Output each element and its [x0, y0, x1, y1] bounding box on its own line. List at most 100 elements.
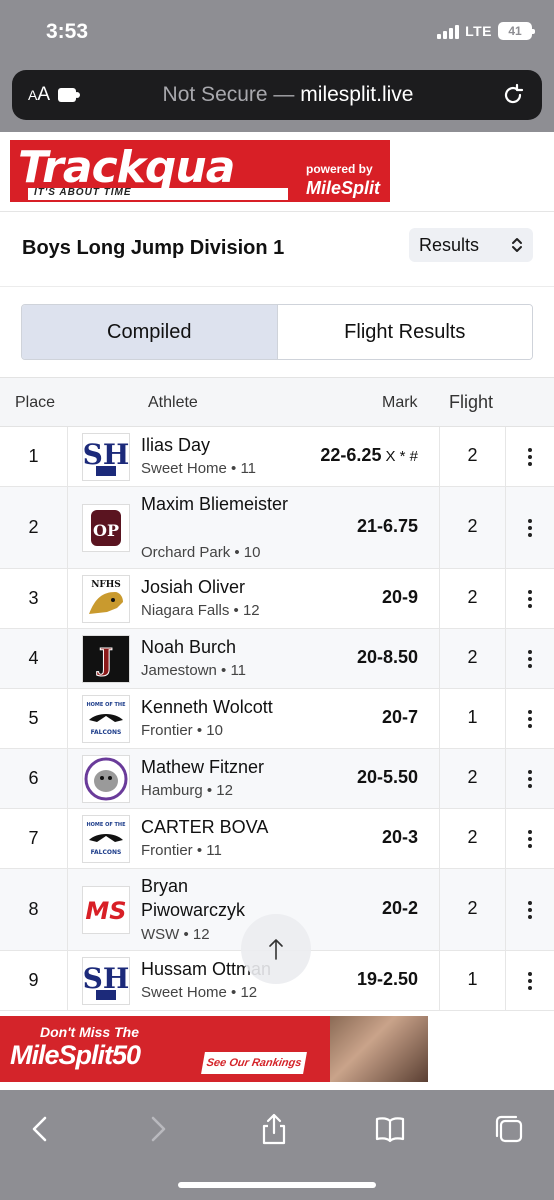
flight-results-tab[interactable]: Flight Results [277, 305, 532, 359]
frontier-logo: HOME OF THE FALCONS [82, 695, 130, 743]
mark-cell: 19-2.50 [356, 969, 418, 989]
athlete-team: Orchard Park • 10 [141, 544, 261, 561]
back-icon[interactable] [24, 1112, 58, 1146]
results-toggle: Compiled Flight Results [21, 304, 533, 360]
flight-cell: 2 [467, 445, 478, 465]
table-row[interactable]: 3 NFHS Josiah Oliver Niagara Falls • 12 20-9… [0, 569, 554, 629]
place-cell: 5 [0, 689, 68, 748]
place-cell: 9 [0, 951, 68, 1010]
header-flight[interactable]: Flight [449, 392, 493, 413]
arrow-up-icon [269, 939, 283, 960]
scroll-to-top-button[interactable] [241, 914, 311, 984]
place-cell: 2 [0, 487, 68, 568]
frontier-logo: HOME OF THE FALCONS [82, 815, 130, 863]
table-row[interactable]: 6 Mathew Fitzner Hamburg • 12 20-5.50 2 [0, 749, 554, 809]
svg-text:HOME OF THE: HOME OF THE [87, 822, 127, 828]
wsw-logo: MS [82, 886, 130, 934]
athlete-name-link[interactable]: CARTER BOVA [141, 815, 291, 839]
place-cell: 7 [0, 809, 68, 868]
status-indicators: LTE 41 [437, 22, 535, 40]
url-text[interactable]: Not Secure — milesplit.live [76, 83, 500, 107]
mark-cell: 20-2 [381, 898, 418, 918]
more-options-icon[interactable] [528, 448, 532, 469]
flight-cell: 2 [467, 767, 478, 787]
more-options-icon[interactable] [528, 710, 532, 731]
svg-text:HOME OF THE: HOME OF THE [87, 702, 127, 708]
niagara-falls-logo: NFHS [82, 575, 130, 623]
athlete-team: Sweet Home • 11 [141, 460, 257, 477]
place-cell: 8 [0, 869, 68, 950]
table-row[interactable]: 4 J Noah Burch Jamestown • 11 20-8.50 2 [0, 629, 554, 689]
more-options-icon[interactable] [528, 972, 532, 993]
flight-cell: 1 [467, 969, 478, 989]
table-header: Place Athlete Mark Flight [0, 377, 554, 427]
extension-icon[interactable] [58, 88, 81, 102]
svg-text:FALCONS: FALCONS [91, 729, 122, 736]
athlete-name-link[interactable]: Josiah Oliver [141, 575, 291, 599]
athlete-name-link[interactable]: Mathew Fitzner [141, 755, 291, 779]
browser-chrome: 3:53 LTE 41 AA Not Secure — milesplit.li… [0, 0, 554, 132]
mark-flags: X * # [385, 448, 418, 465]
trackqua-logo[interactable]: Trackqua IT'S ABOUT TIME powered by Mile… [10, 140, 390, 202]
athlete-team: Niagara Falls • 12 [141, 602, 260, 619]
svg-text:MS: MS [85, 897, 126, 925]
mark-cell: 20-3 [381, 827, 418, 847]
header-athlete[interactable]: Athlete [148, 394, 198, 412]
tabs-icon[interactable] [492, 1112, 526, 1146]
network-label: LTE [465, 23, 492, 39]
powered-by-label: powered by [306, 162, 373, 176]
more-options-icon[interactable] [528, 519, 532, 540]
svg-text:FALCONS: FALCONS [91, 849, 122, 856]
mark-cell: 20-5.50 [356, 767, 418, 787]
milesplit-logo: MileSplit [306, 178, 381, 198]
header-place[interactable]: Place [15, 394, 55, 412]
forward-icon[interactable] [140, 1112, 174, 1146]
ad-brand: MileSplit50 [10, 1040, 141, 1070]
more-options-icon[interactable] [528, 770, 532, 791]
table-row[interactable]: 2 OP Maxim Bliemeister Orchard Park • 10 21-… [0, 487, 554, 569]
text-size-button[interactable]: AA [28, 84, 50, 106]
compiled-tab[interactable]: Compiled [22, 305, 278, 359]
bookmarks-icon[interactable] [373, 1112, 407, 1146]
view-select[interactable]: Results [409, 228, 533, 262]
athlete-team: Frontier • 11 [141, 842, 222, 859]
header-mark[interactable]: Mark [382, 394, 418, 412]
battery-icon: 41 [498, 22, 535, 40]
athlete-name-link[interactable]: Kenneth Wolcott [141, 695, 291, 719]
svg-text:J: J [96, 643, 113, 678]
svg-text:OP: OP [93, 521, 119, 540]
place-cell: 4 [0, 629, 68, 688]
athlete-name-link[interactable]: Noah Burch [141, 635, 291, 659]
milesplit50-ad[interactable]: Don't Miss The MileSplit50 See Our Ranki… [0, 1016, 428, 1082]
share-icon[interactable] [257, 1112, 291, 1146]
athlete-team: Sweet Home • 12 [141, 984, 258, 1001]
status-time: 3:53 [46, 20, 89, 43]
address-bar[interactable]: AA Not Secure — milesplit.live [12, 70, 542, 120]
table-row[interactable]: 7 HOME OF THE FALCONS CARTER BOVA Frontier •… [0, 809, 554, 869]
athlete-team: Frontier • 10 [141, 722, 223, 739]
more-options-icon[interactable] [528, 590, 532, 611]
home-indicator [178, 1182, 376, 1188]
ad-headline: Don't Miss The [40, 1024, 139, 1040]
place-cell: 6 [0, 749, 68, 808]
table-row[interactable]: 5 HOME OF THE FALCONS Kenneth Wolcott Fronti… [0, 689, 554, 749]
ad-cta-button[interactable]: See Our Rankings [201, 1052, 307, 1074]
athlete-team: WSW • 12 [141, 926, 210, 943]
sweet-home-logo: SH [82, 433, 130, 481]
athlete-team: Hamburg • 12 [141, 782, 233, 799]
flight-cell: 2 [467, 516, 478, 536]
signal-icon [437, 23, 460, 39]
mark-cell: 20-9 [381, 587, 418, 607]
mark-cell: 22-6.25 X * # [320, 445, 418, 465]
event-header: Boys Long Jump Division 1 Results [0, 213, 554, 287]
more-options-icon[interactable] [528, 901, 532, 922]
table-row[interactable]: 1 SH Ilias Day Sweet Home • 11 22-6.25 X * # 2 [0, 427, 554, 487]
more-options-icon[interactable] [528, 830, 532, 851]
athlete-name-link[interactable]: Maxim Bliemeister [141, 492, 291, 516]
reload-icon[interactable] [500, 82, 526, 108]
flight-cell: 2 [467, 898, 478, 918]
orchard-park-logo: OP [82, 504, 130, 552]
mark-cell: 20-7 [381, 707, 418, 727]
more-options-icon[interactable] [528, 650, 532, 671]
athlete-name-link[interactable]: Ilias Day [141, 433, 291, 457]
